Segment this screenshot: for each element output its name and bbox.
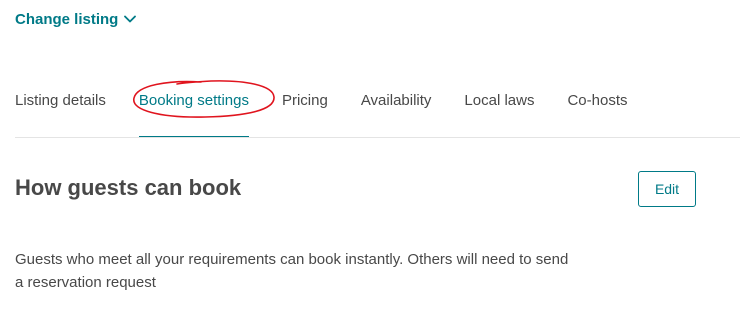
tab-local-laws[interactable]: Local laws [464, 84, 534, 138]
tab-availability[interactable]: Availability [361, 84, 432, 138]
tab-label: Pricing [281, 92, 328, 109]
tab-co-hosts[interactable]: Co-hosts [567, 84, 627, 138]
section-title: How guests can book [15, 175, 242, 200]
tab-listing-details[interactable]: Listing details [15, 84, 106, 138]
tab-booking-settings[interactable]: Booking settings [133, 80, 275, 138]
tab-label: Listing details [15, 92, 106, 109]
tab-label: Local laws [464, 92, 535, 109]
tabs-divider [15, 137, 740, 138]
tab-label: Booking settings [138, 92, 249, 109]
tab-pricing[interactable]: Pricing [282, 84, 328, 138]
edit-button[interactable]: Edit [638, 171, 696, 207]
change-listing-label: Change listing [15, 10, 119, 28]
tab-label: Co-hosts [567, 92, 628, 109]
change-listing-dropdown[interactable]: Change listing [15, 8, 137, 30]
tab-label: Availability [360, 92, 432, 109]
listing-tabs: Listing details Booking settings Pricing… [15, 80, 628, 138]
chevron-down-icon [124, 15, 137, 23]
section-description: Guests who meet all your requirements ca… [15, 251, 569, 291]
